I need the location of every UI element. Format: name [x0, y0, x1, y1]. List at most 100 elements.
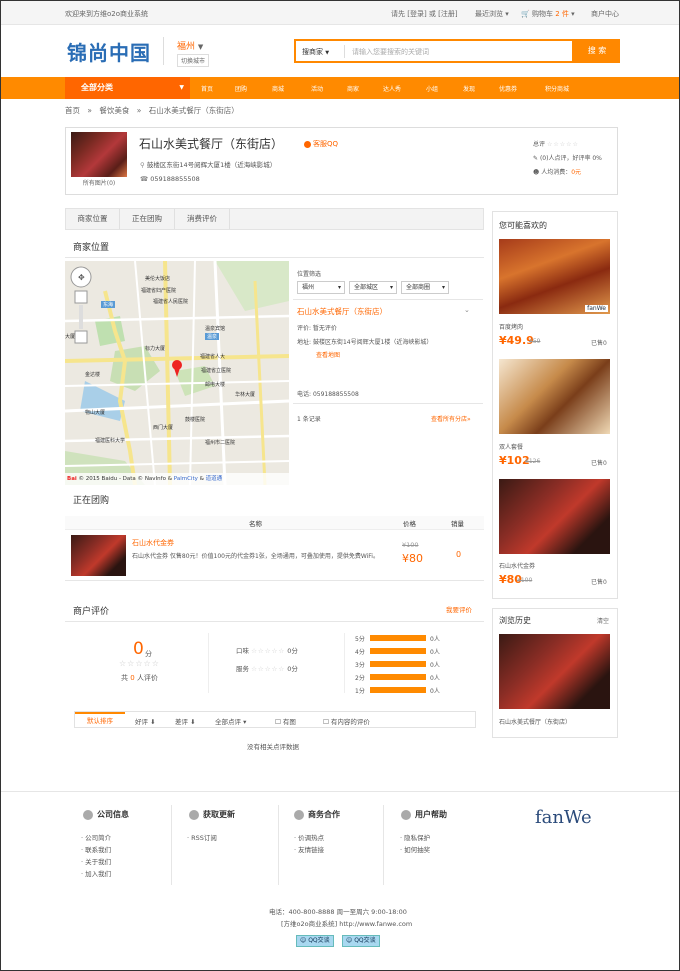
city-selector[interactable]: 福州 ▼	[177, 39, 203, 52]
baidu-map[interactable]: ✥ 美伦大饭店 福建省妇产医院 福建省人民医院 东海 大厦 温泉宾馆 标力大厦 …	[65, 261, 289, 485]
city-filter-select[interactable]: 福州 ▾	[297, 281, 345, 294]
deal-description: 石山水代金券 仅售80元！价值100元的代金券1张，全场通用，可叠加使用，提供免…	[132, 553, 379, 560]
recommend-image[interactable]: fanWe	[499, 239, 610, 314]
qq-icon: ☺	[300, 937, 307, 944]
deal-title-link[interactable]: 石山水代金券	[132, 538, 174, 548]
search-type-select[interactable]: 搜商家 ▼	[302, 47, 329, 57]
rating-dist-label: 1分	[355, 688, 365, 695]
footer-link[interactable]: · 加入我们	[81, 868, 111, 878]
footer-col-updates: 获取更新	[189, 809, 235, 820]
review-sort-bar: 默认排序 好评 ⬇ 差评 ⬇ 全部点评 ▾ ☐ 有图 ☐ 有内容的评价	[74, 711, 476, 728]
sort-default[interactable]: 默认排序	[75, 712, 125, 727]
footer-link[interactable]: · 公司简介	[81, 832, 111, 842]
footer-link[interactable]: · 价调热点	[294, 832, 324, 842]
divider	[163, 37, 164, 65]
all-photos-link[interactable]: 所有图片(0)	[71, 178, 127, 187]
nav-item-discover[interactable]: 发现	[463, 84, 475, 93]
area-filter-select[interactable]: 全部商圈 ▾	[401, 281, 449, 294]
rating-dist-count: 0人	[430, 649, 440, 656]
qq-chat-button[interactable]: ☺ QQ交谈	[296, 935, 334, 947]
deal-thumbnail[interactable]	[71, 535, 126, 576]
tab-reviews[interactable]: 消费评价	[175, 209, 230, 229]
chevron-down-icon: ▼	[197, 43, 204, 51]
history-image[interactable]	[499, 634, 610, 709]
footer-col-help: 用户帮助	[401, 809, 447, 820]
handshake-icon	[294, 809, 304, 820]
sort-negative[interactable]: 差评 ⬇	[175, 716, 196, 726]
star-rating-icon: ☆☆☆☆☆	[251, 665, 286, 673]
recent-views-link[interactable]: 最近浏览 ▾	[475, 9, 509, 19]
footer-link[interactable]: · 联系我们	[81, 844, 111, 854]
search-box: 搜商家 ▼ 请输入您要搜索的关键词	[294, 39, 574, 63]
phone-icon: ☎	[140, 175, 149, 183]
section-title-location: 商家位置	[73, 243, 110, 253]
download-icon	[189, 809, 199, 820]
nav-item-groups[interactable]: 小组	[426, 84, 438, 93]
map-copyright: Bai © 2015 Baidu - Data © NavInfo & Palm…	[65, 473, 289, 485]
breadcrumb-category[interactable]: 餐饮美食	[99, 106, 129, 115]
review-score: 0	[133, 639, 144, 659]
breadcrumb: 首页 » 餐饮美食 » 石山水美式餐厅（东街店）	[65, 106, 239, 115]
search-input[interactable]: 请输入您要搜索的关键词	[352, 47, 429, 57]
footer-link[interactable]: · 如何抽奖	[400, 844, 430, 854]
switch-city-button[interactable]: 切换城市	[177, 54, 210, 67]
avg-cost: ☻ 人均消费：0元	[533, 169, 582, 176]
nav-item-mall[interactable]: 商城	[272, 84, 284, 93]
history-item-name[interactable]: 石山水美式餐厅（东街店）	[499, 717, 571, 726]
shop-thumbnail[interactable]	[71, 132, 127, 177]
nav-item-talent[interactable]: 达人秀	[383, 84, 401, 93]
rating-dist-label: 3分	[355, 662, 365, 669]
chevron-down-icon: ▼	[179, 84, 184, 91]
site-logo[interactable]: 锦尚中国	[67, 37, 151, 66]
branch-name-link[interactable]: 石山水美式餐厅（东街店）	[297, 306, 387, 317]
qq-chat-button[interactable]: ☺ QQ交谈	[342, 935, 380, 947]
overall-rating: 总评 ☆☆☆☆☆	[533, 141, 579, 148]
cart-link[interactable]: 🛒 购物车 2 件 ▾	[521, 9, 575, 19]
all-categories-menu[interactable]: 全部分类 ▼	[65, 77, 190, 99]
service-qq-link[interactable]: 客服QQ	[304, 139, 338, 149]
nav-item-merchants[interactable]: 商家	[347, 84, 359, 93]
chevron-down-icon[interactable]: ⌄	[464, 306, 470, 314]
recommend-image[interactable]	[499, 479, 610, 554]
tab-location[interactable]: 商家位置	[66, 209, 120, 229]
filter-with-photos[interactable]: ☐ 有图	[275, 716, 296, 726]
view-map-link[interactable]: 查看地图	[316, 350, 340, 359]
review-count: 共 0 人评价	[121, 674, 158, 682]
footer-link[interactable]: · 友情链接	[294, 844, 324, 854]
rating-dist-count: 0人	[430, 636, 440, 643]
tab-groupbuy[interactable]: 正在团购	[120, 209, 175, 229]
footer-contact: 电话：400-800-8888 周一至周六 9:00-18:00	[269, 908, 407, 916]
all-branches-link[interactable]: 查看所有分店»	[431, 414, 471, 423]
filter-all-reviews[interactable]: 全部点评 ▾	[215, 716, 246, 726]
write-review-link[interactable]: 我要评价	[446, 604, 472, 614]
nav-item-groupbuy[interactable]: 团购	[235, 84, 247, 93]
recommend-item-name[interactable]: 双人套餐	[499, 442, 523, 451]
nav-item-coupons[interactable]: 优惠券	[499, 84, 517, 93]
footer-link[interactable]: · RSS订阅	[187, 832, 217, 842]
nav-item-home[interactable]: 首页	[201, 84, 213, 93]
deal-price: ¥80	[402, 552, 423, 565]
rating-dist-label: 2分	[355, 675, 365, 682]
shop-name: 石山水美式餐厅（东街店）	[139, 137, 284, 151]
star-rating-icon: ☆☆☆☆☆	[251, 647, 286, 655]
sort-positive[interactable]: 好评 ⬇	[135, 716, 156, 726]
district-filter-select[interactable]: 全部城区 ▾	[349, 281, 397, 294]
clear-history-button[interactable]: 清空	[597, 616, 609, 625]
footer-link[interactable]: · 隐私保护	[400, 832, 430, 842]
merchant-center-link[interactable]: 商户中心	[591, 9, 619, 19]
footer-link[interactable]: · 关于我们	[81, 856, 111, 866]
search-button[interactable]: 搜 索	[574, 39, 620, 63]
filter-with-content[interactable]: ☐ 有内容的评价	[323, 716, 370, 726]
baidu-logo-icon: Bai	[67, 476, 77, 482]
rating-dist-count: 0人	[430, 662, 440, 669]
nav-item-events[interactable]: 活动	[311, 84, 323, 93]
recommend-image[interactable]	[499, 359, 610, 434]
recommend-item-name[interactable]: 石山水代金券	[499, 561, 535, 570]
breadcrumb-home[interactable]: 首页	[65, 106, 80, 115]
rating-dist-bar	[370, 687, 426, 693]
qq-icon	[304, 140, 311, 148]
recommend-item-name[interactable]: 百度烤肉	[499, 322, 523, 331]
login-register-link[interactable]: 请先 [登录] 或 [注册]	[391, 9, 458, 19]
nav-item-points-mall[interactable]: 积分商城	[545, 84, 569, 93]
section-title-deals: 正在团购	[73, 496, 110, 506]
